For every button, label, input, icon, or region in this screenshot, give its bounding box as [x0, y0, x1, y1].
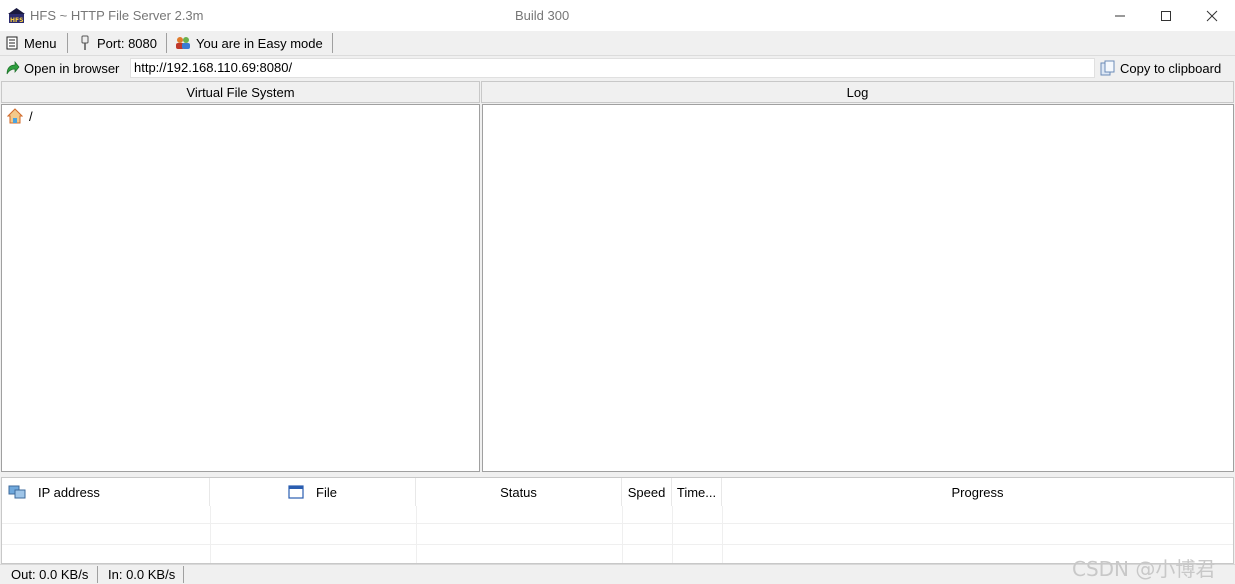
connections-table[interactable]: IP address File Status Speed Time... Pro… [1, 477, 1234, 564]
column-label-file: File [316, 484, 337, 500]
status-separator [97, 566, 98, 583]
port-label: Port: 8080 [97, 35, 157, 51]
menu-icon [6, 36, 18, 50]
column-header-time[interactable]: Time... [672, 478, 722, 506]
minimize-button[interactable] [1097, 0, 1143, 31]
open-in-browser-button[interactable]: Open in browser [4, 56, 119, 80]
column-header-progress[interactable]: Progress [722, 478, 1233, 506]
port-button[interactable]: Port: 8080 [78, 31, 157, 55]
column-label-time: Time... [676, 484, 717, 500]
plug-icon [81, 35, 89, 50]
network-icon [8, 485, 26, 499]
watermark: CSDN @小博君 [1072, 557, 1216, 581]
vfs-panel-title: Virtual File System [1, 81, 480, 103]
column-divider [210, 506, 211, 563]
close-icon [1206, 10, 1218, 21]
vfs-root-label: / [29, 108, 33, 124]
status-bar: Out: 0.0 KB/s In: 0.0 KB/s [0, 564, 1235, 584]
toolbar-separator [67, 33, 68, 53]
row-divider [2, 544, 1233, 545]
log-panel-title: Log [481, 81, 1234, 103]
copy-to-clipboard-label: Copy to clipboard [1120, 60, 1222, 76]
column-label-ip: IP address [38, 484, 100, 500]
column-label-progress: Progress [951, 484, 1004, 500]
mode-label: You are in Easy mode [196, 35, 323, 51]
url-field[interactable]: http://192.168.110.69:8080/ [130, 58, 1095, 78]
title-bar: HFS HFS ~ HTTP File Server 2.3m Build 30… [0, 0, 1235, 31]
column-header-file[interactable]: File [210, 478, 416, 506]
hfs-icon: HFS [8, 7, 25, 24]
status-separator [183, 566, 184, 583]
column-header-status[interactable]: Status [416, 478, 622, 506]
row-divider [2, 523, 1233, 524]
column-header-speed[interactable]: Speed [622, 478, 672, 506]
out-speed: Out: 0.0 KB/s [11, 567, 89, 582]
window-title: HFS ~ HTTP File Server 2.3m [30, 8, 204, 23]
maximize-button[interactable] [1143, 0, 1189, 31]
column-label-speed: Speed [627, 484, 666, 500]
column-label-status: Status [500, 484, 537, 500]
open-in-browser-label: Open in browser [24, 60, 120, 76]
users-icon [176, 37, 190, 49]
menu-button[interactable]: Menu [5, 31, 57, 55]
column-divider [672, 506, 673, 563]
green-arrow-icon [6, 61, 20, 75]
easy-mode-button[interactable]: You are in Easy mode [175, 31, 323, 55]
column-divider [416, 506, 417, 563]
log-area[interactable] [482, 104, 1234, 472]
vfs-root-item[interactable]: / [7, 108, 33, 124]
close-button[interactable] [1189, 0, 1235, 31]
window-icon [288, 485, 304, 499]
column-divider [722, 506, 723, 563]
virtual-file-system-tree[interactable]: / [1, 104, 480, 472]
column-header-ip[interactable]: IP address [2, 478, 210, 506]
clipboard-icon [1100, 60, 1115, 76]
svg-text:HFS: HFS [10, 17, 23, 24]
build-label: Build 300 [515, 8, 570, 23]
menu-label: Menu [24, 35, 57, 51]
toolbar-separator [166, 33, 167, 53]
home-icon [7, 108, 23, 124]
toolbar-separator [332, 33, 333, 53]
toolbar: Menu Port: 8080 You are in Easy mode [0, 31, 1235, 56]
column-divider [622, 506, 623, 563]
minimize-icon [1115, 15, 1125, 16]
copy-to-clipboard-button[interactable]: Copy to clipboard [1100, 56, 1221, 80]
maximize-icon [1161, 10, 1171, 21]
url-bar: Open in browser http://192.168.110.69:80… [0, 56, 1235, 80]
in-speed: In: 0.0 KB/s [108, 567, 176, 582]
